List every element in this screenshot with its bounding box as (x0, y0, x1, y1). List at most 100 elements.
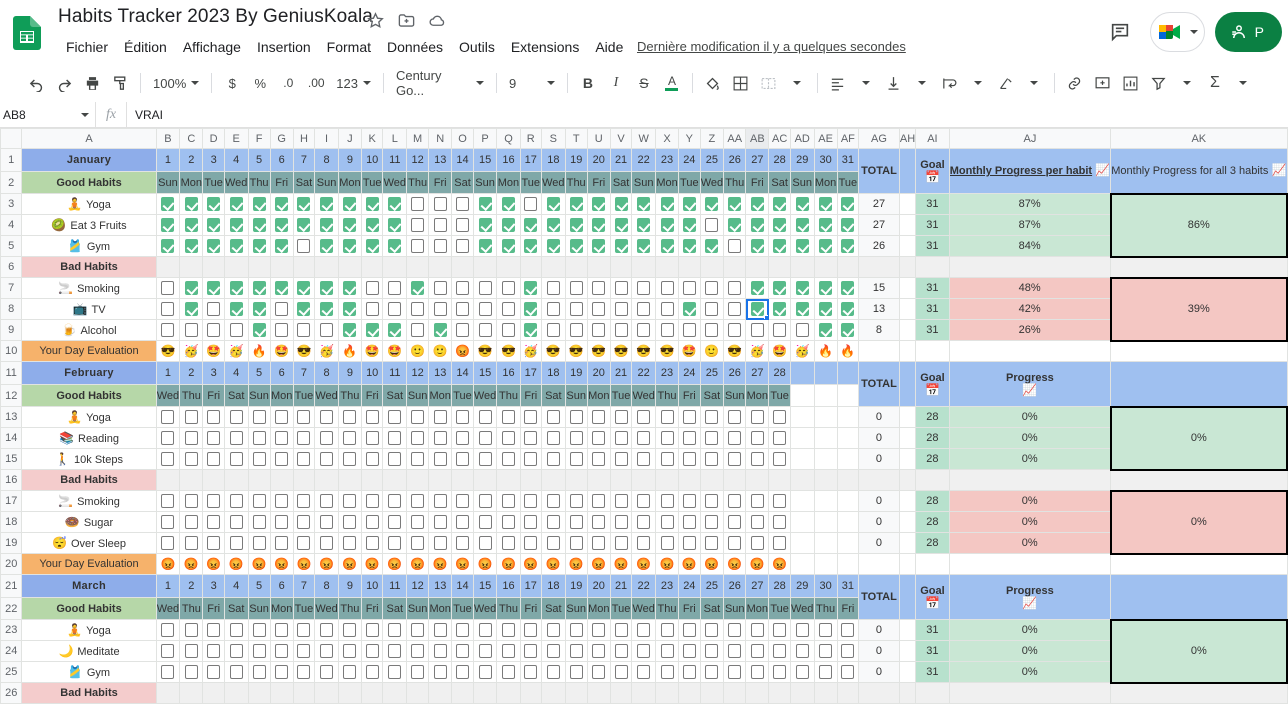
habit-checkbox-january-bad-1-d9[interactable] (337, 298, 362, 320)
habit-checkbox-january-bad-2-d16[interactable] (496, 319, 521, 341)
habit-checkbox-february-good-0-d28[interactable] (768, 406, 791, 428)
column-header-d[interactable]: D (202, 128, 225, 149)
checkbox-unchecked-icon[interactable] (433, 218, 447, 232)
checkbox-checked-icon[interactable] (252, 323, 266, 337)
checkbox-checked-icon[interactable] (275, 218, 289, 232)
checkbox-unchecked-icon[interactable] (161, 431, 175, 445)
checkbox-unchecked-icon[interactable] (297, 536, 311, 550)
checkbox-unchecked-icon[interactable] (501, 410, 515, 424)
habit-checkbox-january-bad-1-d21[interactable] (609, 298, 633, 320)
habit-checkbox-january-good-0-d17[interactable] (519, 193, 543, 215)
functions-icon[interactable]: Σ (1201, 69, 1229, 97)
checkbox-checked-icon[interactable] (524, 323, 538, 337)
checkbox-unchecked-icon[interactable] (207, 452, 221, 466)
habit-checkbox-march-good-0-d15[interactable] (472, 619, 498, 641)
habit-checkbox-february-good-2-d9[interactable] (337, 448, 362, 470)
habit-checkbox-march-good-1-d13[interactable] (428, 640, 453, 662)
habit-checkbox-march-good-0-d24[interactable] (678, 619, 701, 641)
checkbox-unchecked-icon[interactable] (728, 536, 742, 550)
checkbox-unchecked-icon[interactable] (456, 323, 469, 337)
day-evaluation-february-d6[interactable]: 😡 (269, 553, 294, 575)
checkbox-checked-icon[interactable] (207, 281, 221, 295)
checkbox-unchecked-icon[interactable] (229, 623, 243, 637)
checkbox-unchecked-icon[interactable] (275, 323, 289, 337)
checkbox-unchecked-icon[interactable] (546, 623, 560, 637)
habit-checkbox-february-good-1-d28[interactable] (768, 427, 791, 449)
habit-checkbox-february-good-1-d20[interactable] (586, 427, 611, 449)
habit-checkbox-march-good-0-d21[interactable] (609, 619, 633, 641)
checkbox-checked-icon[interactable] (614, 239, 628, 253)
checkbox-unchecked-icon[interactable] (750, 665, 764, 679)
checkbox-unchecked-icon[interactable] (705, 515, 719, 529)
habit-checkbox-march-good-1-d3[interactable] (202, 640, 225, 662)
habit-checkbox-february-bad-1-d28[interactable] (768, 511, 791, 533)
checkbox-checked-icon[interactable] (682, 218, 696, 232)
checkbox-unchecked-icon[interactable] (365, 623, 379, 637)
habit-checkbox-february-bad-2-d28[interactable] (768, 532, 791, 554)
habit-checkbox-january-good-0-d31[interactable] (836, 193, 860, 215)
checkbox-checked-icon[interactable] (365, 197, 379, 211)
habit-checkbox-january-bad-0-d8[interactable] (314, 277, 339, 299)
habit-checkbox-january-bad-1-d30[interactable] (813, 298, 838, 320)
name-box[interactable]: AB8 (0, 101, 96, 128)
checkbox-unchecked-icon[interactable] (297, 452, 311, 466)
habit-checkbox-february-good-0-d9[interactable] (337, 406, 362, 428)
checkbox-unchecked-icon[interactable] (773, 410, 787, 424)
document-title[interactable]: Habits Tracker 2023 By GeniusKoala (58, 6, 373, 28)
checkbox-unchecked-icon[interactable] (207, 515, 221, 529)
habit-checkbox-february-bad-1-d20[interactable] (586, 511, 611, 533)
habit-checkbox-february-good-1-d12[interactable] (406, 427, 430, 449)
habit-checkbox-february-bad-2-d24[interactable] (678, 532, 701, 554)
habit-checkbox-february-bad-0-d2[interactable] (179, 490, 204, 512)
habit-checkbox-january-bad-1-d10[interactable] (360, 298, 384, 320)
day-evaluation-january-d10[interactable]: 🤩 (360, 340, 384, 362)
habit-checkbox-march-good-2-d4[interactable] (223, 661, 249, 683)
checkbox-unchecked-icon[interactable] (365, 536, 379, 550)
habit-checkbox-march-good-1-d26[interactable] (723, 640, 747, 662)
checkbox-unchecked-icon[interactable] (320, 665, 334, 679)
checkbox-unchecked-icon[interactable] (773, 452, 787, 466)
bold-button[interactable]: B (574, 69, 602, 97)
habit-checkbox-january-bad-1-d2[interactable] (179, 298, 204, 320)
habit-checkbox-january-bad-0-d18[interactable] (541, 277, 566, 299)
habit-checkbox-january-good-0-d13[interactable] (428, 193, 453, 215)
checkbox-unchecked-icon[interactable] (161, 644, 175, 658)
day-evaluation-february-d10[interactable]: 😡 (360, 553, 384, 575)
habit-checkbox-january-bad-1-d11[interactable] (382, 298, 408, 320)
checkbox-unchecked-icon[interactable] (456, 515, 469, 529)
habit-name-february-good-1[interactable]: 📚 Reading (21, 427, 157, 449)
comment-history-icon[interactable] (1100, 12, 1140, 52)
checkbox-checked-icon[interactable] (795, 302, 809, 316)
checkbox-unchecked-icon[interactable] (546, 644, 560, 658)
habit-checkbox-january-good-1-d12[interactable] (406, 214, 430, 236)
habit-name-january-bad-1[interactable]: 📺 TV (21, 298, 157, 320)
checkbox-checked-icon[interactable] (275, 239, 289, 253)
habit-checkbox-january-good-1-d11[interactable] (382, 214, 408, 236)
habit-checkbox-january-bad-2-d4[interactable] (223, 319, 249, 341)
checkbox-unchecked-icon[interactable] (569, 410, 583, 424)
habit-checkbox-february-good-1-d17[interactable] (519, 427, 543, 449)
habit-checkbox-february-good-0-d4[interactable] (223, 406, 249, 428)
checkbox-unchecked-icon[interactable] (229, 644, 243, 658)
row-header-8[interactable]: 8 (0, 298, 23, 320)
checkbox-unchecked-icon[interactable] (433, 302, 447, 316)
habit-checkbox-january-good-2-d12[interactable] (406, 235, 430, 257)
checkbox-unchecked-icon[interactable] (184, 494, 198, 508)
row-header-12[interactable]: 12 (0, 384, 23, 407)
habit-checkbox-february-good-1-d27[interactable] (745, 427, 770, 449)
checkbox-unchecked-icon[interactable] (592, 410, 606, 424)
habit-checkbox-january-bad-2-d29[interactable] (789, 319, 815, 341)
checkbox-checked-icon[interactable] (184, 197, 198, 211)
day-evaluation-january-d25[interactable]: 🙂 (699, 340, 725, 362)
checkbox-unchecked-icon[interactable] (161, 410, 175, 424)
habit-checkbox-january-bad-0-d19[interactable] (564, 277, 588, 299)
habit-checkbox-january-good-0-d29[interactable] (789, 193, 815, 215)
checkbox-checked-icon[interactable] (614, 218, 628, 232)
habit-checkbox-february-good-2-d1[interactable] (155, 448, 181, 470)
checkbox-unchecked-icon[interactable] (433, 494, 447, 508)
row-header-24[interactable]: 24 (0, 640, 23, 662)
day-evaluation-january-d16[interactable]: 😎 (496, 340, 521, 362)
habit-checkbox-march-good-0-d6[interactable] (269, 619, 294, 641)
column-header-af[interactable]: AF (836, 128, 860, 149)
good-habits-title-march[interactable]: Good Habits (21, 597, 157, 620)
